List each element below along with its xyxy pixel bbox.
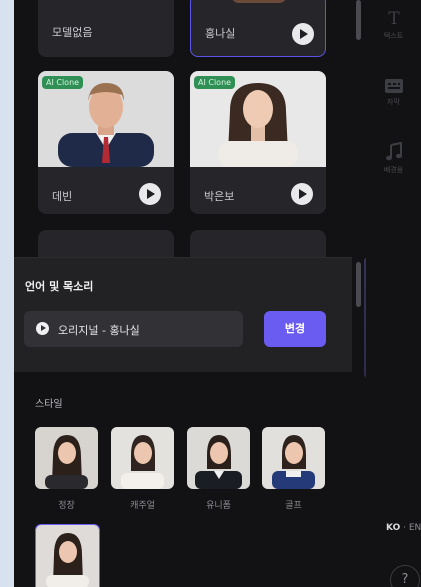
photo-crop — [231, 0, 287, 3]
style-label: 정장 — [58, 501, 75, 511]
lang-ko[interactable]: KO — [386, 523, 400, 533]
rail-label-music: 배경음 — [383, 166, 404, 174]
play-icon[interactable] — [291, 183, 313, 205]
rail-item-music[interactable]: 배경음 — [366, 142, 421, 175]
panel-scrollbar[interactable] — [354, 0, 362, 587]
voice-section-title: 언어 및 목소리 — [25, 280, 94, 293]
style-thumb-golf[interactable] — [262, 427, 325, 489]
help-button[interactable]: ? — [390, 565, 420, 587]
style-section-title: 스타일 — [35, 399, 63, 410]
style-thumb-uniform[interactable] — [187, 427, 250, 489]
rail-item-text[interactable]: T 텍스트 — [366, 8, 421, 41]
style-photo — [36, 525, 99, 587]
style-thumb-casual[interactable] — [111, 427, 174, 489]
model-card-devin[interactable]: AI Clone 데빈 — [38, 71, 174, 214]
rail-item-subtitle[interactable]: 자막 — [366, 78, 421, 107]
style-thumb-suit[interactable] — [35, 427, 98, 489]
model-name: 모델없음 — [52, 26, 93, 39]
style-label: 유니폼 — [206, 501, 231, 511]
text-icon: T — [388, 9, 400, 28]
voice-selector[interactable]: 오리지널 - 홍나실 — [24, 311, 243, 347]
style-photo — [111, 427, 174, 489]
play-icon[interactable] — [292, 23, 314, 45]
rail-label-subtitle: 자막 — [387, 98, 400, 106]
style-photo — [262, 427, 325, 489]
lang-en[interactable]: EN — [409, 523, 421, 533]
change-voice-button[interactable]: 변경 — [264, 311, 326, 347]
editor-app: T 텍스트 자막 배경음 KO · EN ? 모델없음 홍나실 AI Clone… — [14, 0, 421, 587]
svg-text:T: T — [388, 9, 400, 28]
style-thumb-selected[interactable] — [35, 524, 100, 587]
right-toolbar: T 텍스트 자막 배경음 — [366, 0, 421, 587]
style-label: 캐주얼 — [130, 501, 155, 511]
music-icon — [385, 142, 402, 161]
model-card-none[interactable]: 모델없음 — [38, 0, 174, 57]
model-name: 홍나실 — [205, 27, 236, 40]
model-name: 박은보 — [204, 190, 235, 203]
style-label: 골프 — [285, 501, 302, 511]
scroll-thumb-top[interactable] — [356, 0, 361, 40]
scroll-thumb-mid[interactable] — [356, 262, 361, 307]
model-card-hongnasil[interactable]: 홍나실 — [190, 0, 326, 57]
play-icon[interactable] — [36, 322, 49, 335]
ai-clone-badge: AI Clone — [42, 76, 84, 89]
ai-clone-badge: AI Clone — [194, 76, 236, 89]
lang-separator: · — [400, 523, 409, 533]
language-switch[interactable]: KO · EN — [386, 523, 421, 533]
model-card-parkeunbo[interactable]: AI Clone 박은보 — [190, 71, 326, 214]
style-photo — [35, 427, 98, 489]
model-name: 데빈 — [52, 190, 73, 203]
play-icon[interactable] — [139, 183, 161, 205]
rail-label-text: 텍스트 — [383, 32, 404, 40]
voice-value: 오리지널 - 홍나실 — [58, 324, 140, 337]
style-photo — [187, 427, 250, 489]
voice-section: 언어 및 목소리 오리지널 - 홍나실 변경 — [14, 257, 352, 372]
subtitle-icon — [384, 79, 403, 93]
